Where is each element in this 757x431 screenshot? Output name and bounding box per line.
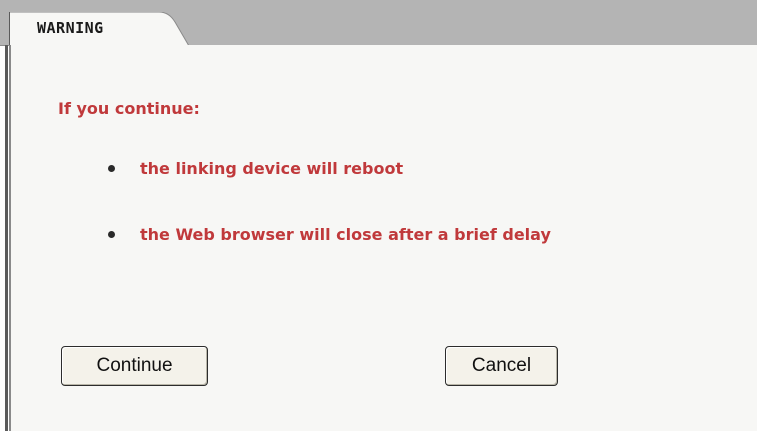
- list-item-text: the linking device will reboot: [140, 159, 404, 178]
- tab-warning: WARNING: [9, 12, 204, 46]
- consequence-list: the linking device will reboot the Web b…: [108, 159, 551, 291]
- list-item: the linking device will reboot: [108, 159, 551, 225]
- list-item: the Web browser will close after a brief…: [108, 225, 551, 291]
- warning-panel: If you continue: the linking device will…: [5, 45, 757, 431]
- intro-text: If you continue:: [58, 99, 200, 118]
- cancel-button[interactable]: Cancel: [445, 346, 558, 386]
- bullet-icon: [108, 165, 115, 172]
- list-item-text: the Web browser will close after a brief…: [140, 225, 551, 244]
- warning-dialog: WARNING If you continue: the linking dev…: [0, 0, 757, 431]
- tab-label: WARNING: [37, 19, 104, 37]
- bullet-icon: [108, 231, 115, 238]
- continue-button[interactable]: Continue: [61, 346, 208, 386]
